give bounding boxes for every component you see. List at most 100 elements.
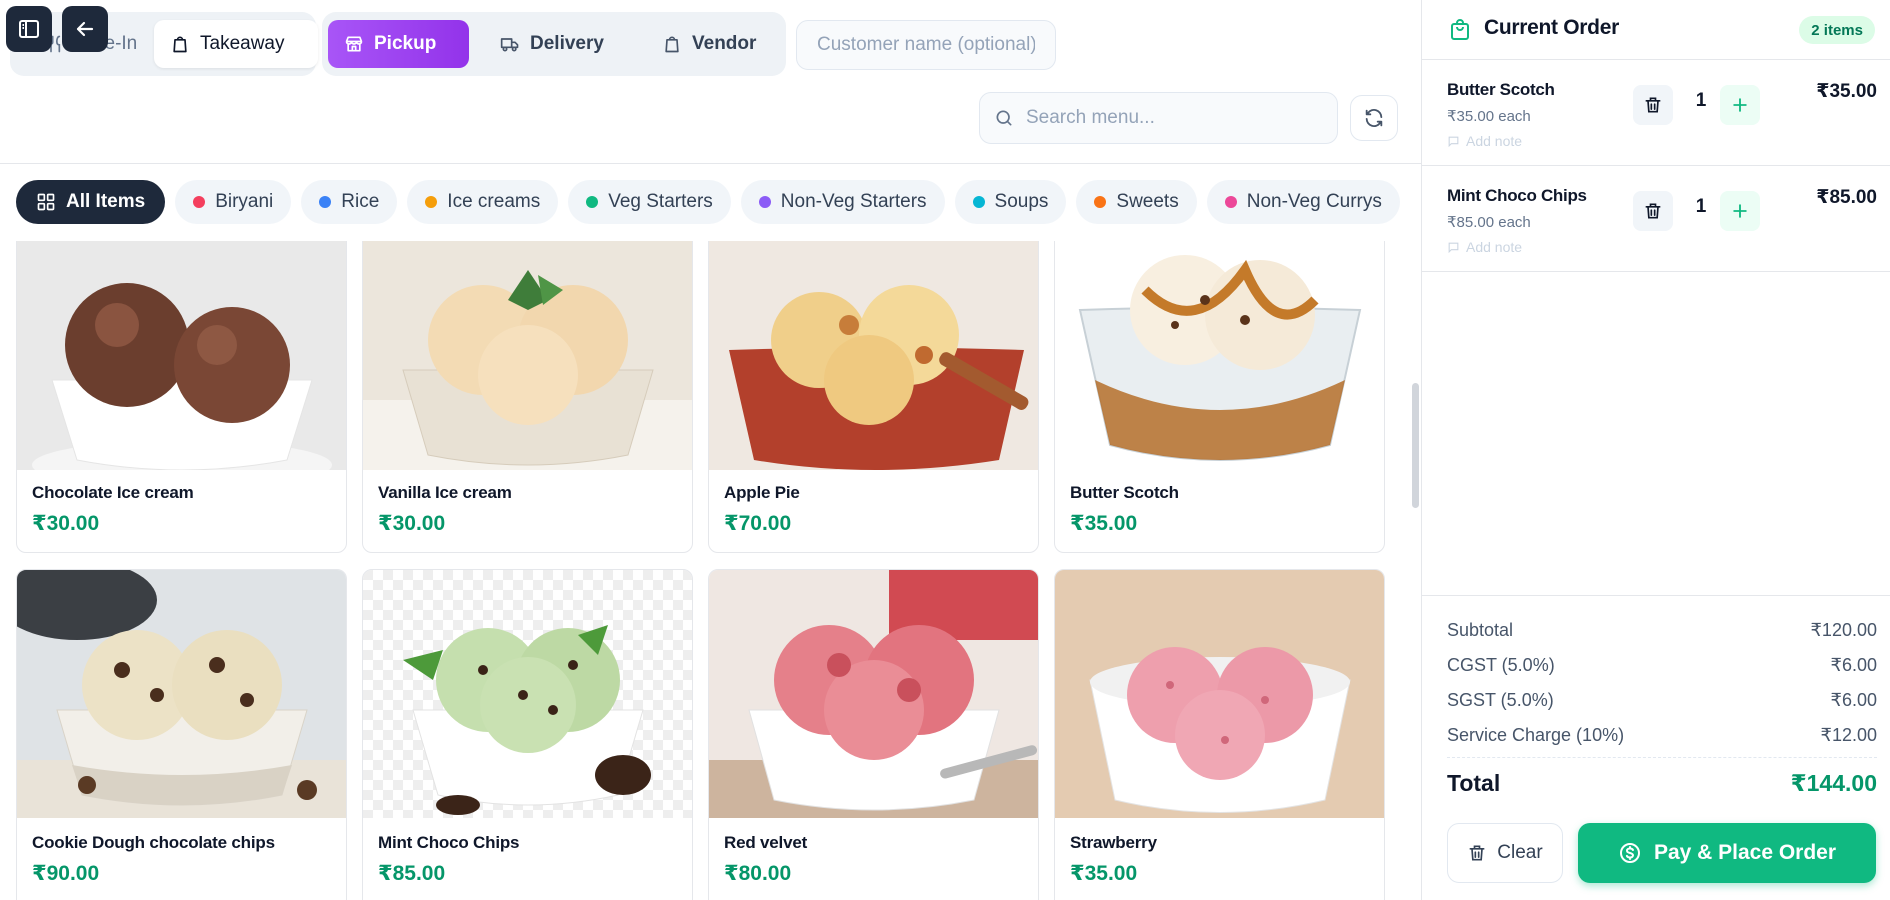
remove-item-button[interactable] — [1633, 191, 1673, 231]
summary-label: CGST (5.0%) — [1447, 655, 1555, 675]
tab-pickup-label: Pickup — [374, 33, 437, 54]
category-label: Soups — [994, 191, 1049, 212]
add-note-link[interactable]: Add note — [1447, 133, 1522, 149]
tab-pickup[interactable]: Pickup — [328, 20, 469, 68]
menu-item-card[interactable]: Vanilla Ice cream ₹30.00 — [362, 241, 693, 553]
search-input[interactable] — [1026, 107, 1316, 129]
trash-icon — [1645, 97, 1661, 113]
menu-item-name: Cookie Dough chocolate chips — [32, 833, 275, 852]
category-biryani[interactable]: Biryani — [175, 180, 292, 224]
order-header: Current Order 2 items — [1422, 0, 1890, 60]
tab-vendor[interactable]: Vendor — [646, 20, 772, 68]
customer-name-input[interactable] — [796, 20, 1056, 70]
bag-icon — [173, 36, 187, 53]
menu-item-card[interactable]: Cookie Dough chocolate chips ₹90.00 — [16, 569, 347, 900]
category-sweets[interactable]: Sweets — [1076, 180, 1197, 224]
category-ice-creams[interactable]: Ice creams — [407, 180, 559, 224]
category-filter-bar: All Items Biryani Rice Ice creams Veg St… — [16, 180, 1400, 224]
cookie-dough-image — [17, 570, 346, 818]
category-color-dot — [758, 196, 771, 208]
back-button[interactable] — [62, 6, 108, 52]
menu-item-card[interactable]: Strawberry ₹35.00 — [1054, 569, 1385, 900]
category-rice[interactable]: Rice — [301, 180, 398, 224]
refresh-button[interactable] — [1350, 95, 1398, 141]
category-label: Sweets — [1116, 191, 1179, 212]
clear-label: Clear — [1497, 842, 1543, 863]
category-label: All Items — [66, 191, 146, 212]
category-veg-starters[interactable]: Veg Starters — [568, 180, 731, 224]
comment-icon — [1448, 242, 1459, 253]
remove-item-button[interactable] — [1633, 85, 1673, 125]
category-color-dot — [1094, 196, 1107, 208]
menu-item-card[interactable]: Butter Scotch ₹35.00 — [1054, 241, 1385, 553]
tab-vendor-label: Vendor — [692, 33, 757, 54]
add-note-label: Add note — [1466, 239, 1523, 255]
search-icon — [996, 110, 1012, 126]
menu-item-price: ₹85.00 — [378, 862, 446, 885]
cgst-row: CGST (5.0%) ₹6.00 — [1447, 655, 1877, 676]
order-item-total: ₹35.00 — [1816, 81, 1877, 102]
category-label: Non-Veg Currys — [1246, 191, 1382, 212]
order-item-name: Mint Choco Chips — [1447, 186, 1587, 205]
apple-pie-image — [709, 241, 1038, 470]
increase-quantity-button[interactable] — [1720, 85, 1760, 125]
subtotal-row: Subtotal ₹120.00 — [1447, 620, 1877, 641]
mint-choco-chips-image — [363, 570, 692, 818]
category-color-dot — [193, 196, 206, 208]
menu-item-card[interactable]: Red velvet ₹80.00 — [708, 569, 1039, 900]
category-label: Ice creams — [447, 191, 541, 212]
truck-icon — [500, 38, 519, 52]
trash-icon — [1645, 203, 1661, 219]
menu-item-price: ₹90.00 — [32, 862, 100, 885]
order-line-item: Butter Scotch ₹35.00 each Add note 1 ₹35… — [1422, 60, 1890, 166]
increase-quantity-button[interactable] — [1720, 191, 1760, 231]
tab-delivery[interactable]: Delivery — [484, 20, 620, 68]
bag-icon — [665, 36, 679, 53]
order-item-count-badge: 2 items — [1799, 16, 1875, 44]
category-non-veg-currys[interactable]: Non-Veg Currys — [1206, 180, 1400, 224]
menu-item-name: Strawberry — [1070, 833, 1157, 852]
menu-item-card[interactable]: Mint Choco Chips ₹85.00 — [362, 569, 693, 900]
menu-item-card[interactable]: Apple Pie ₹70.00 — [708, 241, 1039, 553]
tab-takeaway[interactable]: Takeaway — [154, 20, 318, 68]
menu-item-card[interactable]: Chocolate Ice cream ₹30.00 — [16, 241, 347, 553]
menu-item-price: ₹80.00 — [724, 862, 792, 885]
tab-takeaway-label: Takeaway — [200, 33, 285, 54]
add-note-link[interactable]: Add note — [1447, 239, 1522, 255]
clear-order-button[interactable]: Clear — [1447, 823, 1563, 883]
tab-delivery-label: Delivery — [530, 33, 604, 54]
menu-item-price: ₹35.00 — [1070, 862, 1138, 885]
chocolate-ice-cream-image — [17, 241, 346, 470]
category-label: Veg Starters — [608, 191, 713, 212]
category-all-items[interactable]: All Items — [16, 180, 166, 224]
toggle-sidebar-button[interactable] — [6, 6, 52, 52]
sidebar-toggle-icon — [19, 20, 39, 38]
strawberry-image — [1055, 570, 1384, 818]
item-quantity: 1 — [1695, 90, 1707, 111]
butter-scotch-image — [1055, 241, 1384, 470]
total-value: ₹144.00 — [1790, 770, 1877, 796]
menu-item-name: Red velvet — [724, 833, 808, 852]
menu-search[interactable] — [979, 92, 1338, 144]
order-summary: Subtotal ₹120.00 CGST (5.0%) ₹6.00 SGST … — [1422, 595, 1890, 900]
category-non-veg-starters[interactable]: Non-Veg Starters — [740, 180, 945, 224]
category-color-dot — [586, 196, 599, 208]
top-toolbar: Dine-In Takeaway Pickup Delivery — [0, 0, 1421, 224]
shopping-bag-icon — [1451, 19, 1469, 40]
menu-grid: Chocolate Ice cream ₹30.00 Vanilla Ice c… — [0, 241, 1410, 900]
grid-icon — [37, 193, 55, 211]
red-velvet-image — [709, 570, 1038, 818]
menu-scrollbar[interactable] — [1410, 241, 1421, 900]
summary-value: ₹12.00 — [1820, 725, 1878, 745]
pay-place-order-button[interactable]: Pay & Place Order — [1578, 823, 1876, 883]
summary-divider — [1447, 757, 1877, 758]
category-soups[interactable]: Soups — [954, 180, 1067, 224]
order-line-item: Mint Choco Chips ₹85.00 each Add note 1 … — [1422, 166, 1890, 272]
arrow-left-icon — [76, 21, 94, 37]
order-title: Current Order — [1484, 16, 1619, 39]
order-item-unit-price: ₹85.00 each — [1447, 214, 1531, 231]
add-note-label: Add note — [1466, 133, 1523, 149]
menu-item-name: Apple Pie — [724, 483, 800, 502]
menu-scrollbar-thumb[interactable] — [1412, 383, 1419, 508]
store-icon — [345, 36, 363, 52]
